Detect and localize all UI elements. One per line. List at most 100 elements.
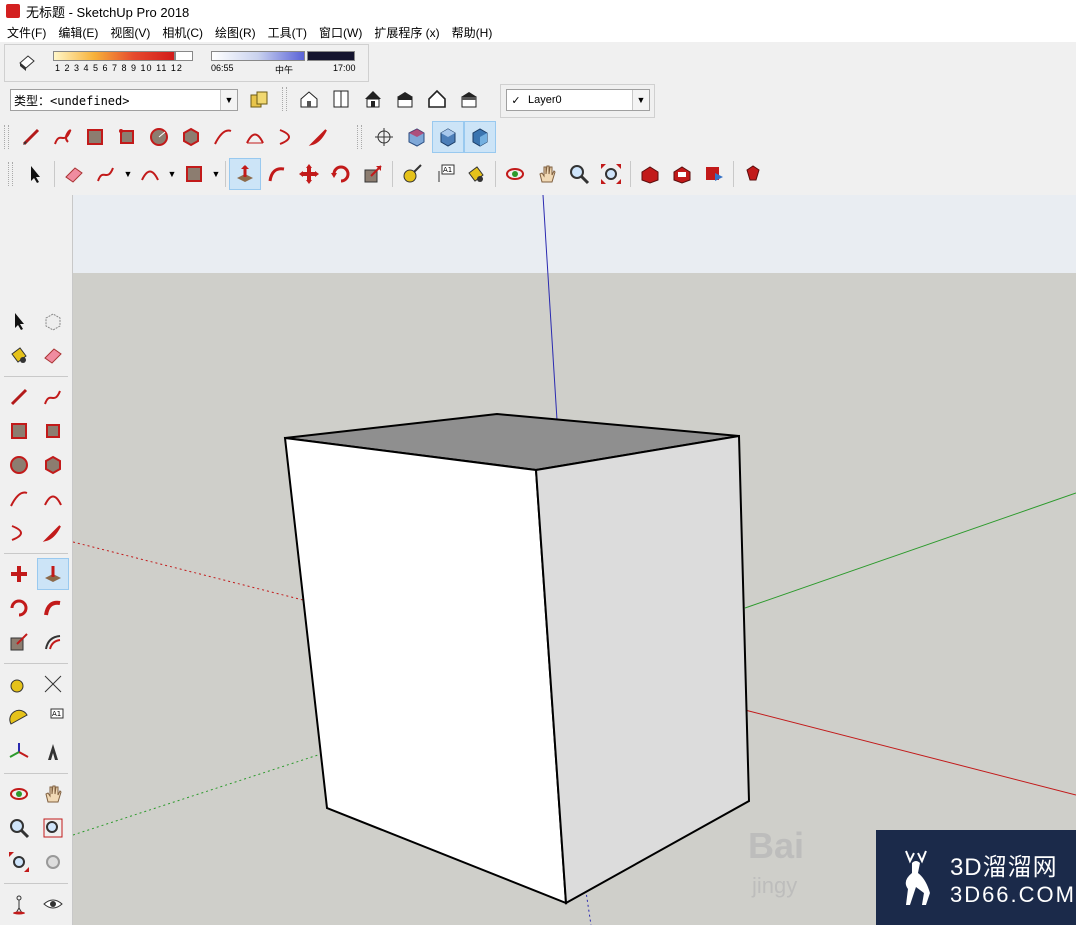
- pan-tool-button[interactable]: [532, 159, 562, 189]
- iso-view-button[interactable]: [294, 84, 324, 114]
- rotated-rectangle-tool-button[interactable]: [38, 416, 68, 446]
- 3d-warehouse-button[interactable]: [635, 159, 665, 189]
- pie-tool-button[interactable]: [304, 122, 334, 152]
- freehand-tool-button[interactable]: [48, 122, 78, 152]
- text-tool-button[interactable]: A1: [38, 703, 68, 733]
- rotate-tool-button[interactable]: [4, 593, 34, 623]
- time-noon: 中午: [275, 65, 294, 75]
- freehand-tool-button[interactable]: [38, 382, 68, 412]
- extension-warehouse-button[interactable]: [738, 159, 768, 189]
- menu-draw[interactable]: 绘图(R): [208, 24, 261, 41]
- eraser-tool-button[interactable]: [38, 340, 68, 370]
- top-view-button[interactable]: [326, 84, 356, 114]
- menu-extensions[interactable]: 扩展程序 (x): [367, 24, 444, 41]
- rectangle-tool-button[interactable]: [4, 416, 34, 446]
- look-around-button[interactable]: [38, 889, 68, 919]
- select-tool-button[interactable]: [20, 159, 50, 189]
- orbit-tool-button[interactable]: [4, 779, 34, 809]
- zoom-window-button[interactable]: [38, 813, 68, 843]
- month-slider-thumb[interactable]: [175, 51, 193, 61]
- chevron-down-icon[interactable]: ▼: [166, 159, 178, 189]
- toolbar-separator: [54, 161, 55, 187]
- push-pull-tool-button[interactable]: [229, 158, 261, 190]
- rotate-tool-button[interactable]: [326, 159, 356, 189]
- tape-measure-button[interactable]: [397, 159, 427, 189]
- zoom-window-icon: [43, 818, 63, 838]
- type-select[interactable]: 类型：<undefined> ▼: [10, 89, 238, 111]
- right-view-button[interactable]: [390, 84, 420, 114]
- zoom-extents-button[interactable]: [596, 159, 626, 189]
- follow-me-tool-button[interactable]: [262, 159, 292, 189]
- share-component-button[interactable]: [667, 159, 697, 189]
- chevron-down-icon[interactable]: ▼: [122, 159, 134, 189]
- month-slider[interactable]: [53, 51, 175, 61]
- orbit-tool-button[interactable]: [500, 159, 530, 189]
- zoom-tool-button[interactable]: [564, 159, 594, 189]
- freehand-group-button[interactable]: [91, 159, 121, 189]
- layer-select[interactable]: ✓ Layer0 ▼: [506, 89, 650, 111]
- shaded-textures-button[interactable]: [464, 121, 496, 153]
- line-tool-button[interactable]: [4, 382, 34, 412]
- pie-tool-button[interactable]: [38, 518, 68, 548]
- protractor-tool-button[interactable]: [4, 703, 34, 733]
- text-tool-button[interactable]: A1: [429, 159, 459, 189]
- select-tool-button[interactable]: [4, 306, 34, 336]
- zoom-extents-button[interactable]: [4, 847, 34, 877]
- menu-help[interactable]: 帮助(H): [445, 24, 498, 41]
- component-options-button[interactable]: [244, 85, 274, 115]
- rectangle-tool-button[interactable]: [80, 122, 110, 152]
- left-view-button[interactable]: [454, 84, 484, 114]
- tape-measure-button[interactable]: [4, 669, 34, 699]
- time-slider[interactable]: [211, 51, 305, 61]
- previous-view-button[interactable]: [38, 847, 68, 877]
- scale-tool-button[interactable]: [4, 627, 34, 657]
- chevron-down-icon[interactable]: ▼: [210, 159, 222, 189]
- axes-tool-button[interactable]: [4, 737, 34, 767]
- back-edges-button[interactable]: [401, 122, 431, 152]
- push-pull-tool-button[interactable]: [37, 558, 69, 590]
- shaded-button[interactable]: [432, 121, 464, 153]
- menu-view[interactable]: 视图(V): [103, 24, 155, 41]
- two-point-arc-button[interactable]: [240, 122, 270, 152]
- three-point-arc-button[interactable]: [4, 518, 34, 548]
- circle-tool-button[interactable]: [4, 450, 34, 480]
- line-tool-button[interactable]: [16, 122, 46, 152]
- pan-tool-button[interactable]: [38, 779, 68, 809]
- 3d-text-tool-button[interactable]: [38, 737, 68, 767]
- arc-tool-button[interactable]: [4, 484, 34, 514]
- move-tool-button[interactable]: [294, 159, 324, 189]
- polygon-tool-button[interactable]: [38, 450, 68, 480]
- back-view-button[interactable]: [422, 84, 452, 114]
- zoom-tool-button[interactable]: [4, 813, 34, 843]
- xray-button[interactable]: [369, 122, 399, 152]
- eraser-tool-button[interactable]: [59, 159, 89, 189]
- paint-bucket-button[interactable]: [4, 340, 34, 370]
- arc-tool-button[interactable]: [208, 122, 238, 152]
- offset-tool-button[interactable]: [38, 627, 68, 657]
- menu-window[interactable]: 窗口(W): [312, 24, 367, 41]
- time-slider-end[interactable]: [307, 51, 355, 61]
- arc-group-button[interactable]: [135, 159, 165, 189]
- model-viewport[interactable]: [73, 195, 1076, 925]
- three-point-arc-button[interactable]: [272, 122, 302, 152]
- dimension-tool-button[interactable]: [38, 669, 68, 699]
- rotated-rectangle-tool-button[interactable]: [112, 122, 142, 152]
- two-point-arc-button[interactable]: [38, 484, 68, 514]
- menu-file[interactable]: 文件(F): [0, 24, 51, 41]
- front-view-button[interactable]: [358, 84, 388, 114]
- menu-tools[interactable]: 工具(T): [261, 24, 312, 41]
- move-tool-button[interactable]: [4, 559, 34, 589]
- shadow-toggle-button[interactable]: [12, 47, 42, 77]
- polygon-tool-button[interactable]: [176, 122, 206, 152]
- shape-group-button[interactable]: [179, 159, 209, 189]
- paint-bucket-button[interactable]: [461, 159, 491, 189]
- follow-me-tool-button[interactable]: [38, 593, 68, 623]
- circle-tool-button[interactable]: [144, 122, 174, 152]
- menu-edit[interactable]: 编辑(E): [51, 24, 103, 41]
- scale-tool-button[interactable]: [358, 159, 388, 189]
- share-model-button[interactable]: [699, 159, 729, 189]
- follow-me-icon: [44, 600, 61, 616]
- position-camera-button[interactable]: [4, 889, 34, 919]
- make-component-button[interactable]: [38, 306, 68, 336]
- menu-camera[interactable]: 相机(C): [155, 24, 208, 41]
